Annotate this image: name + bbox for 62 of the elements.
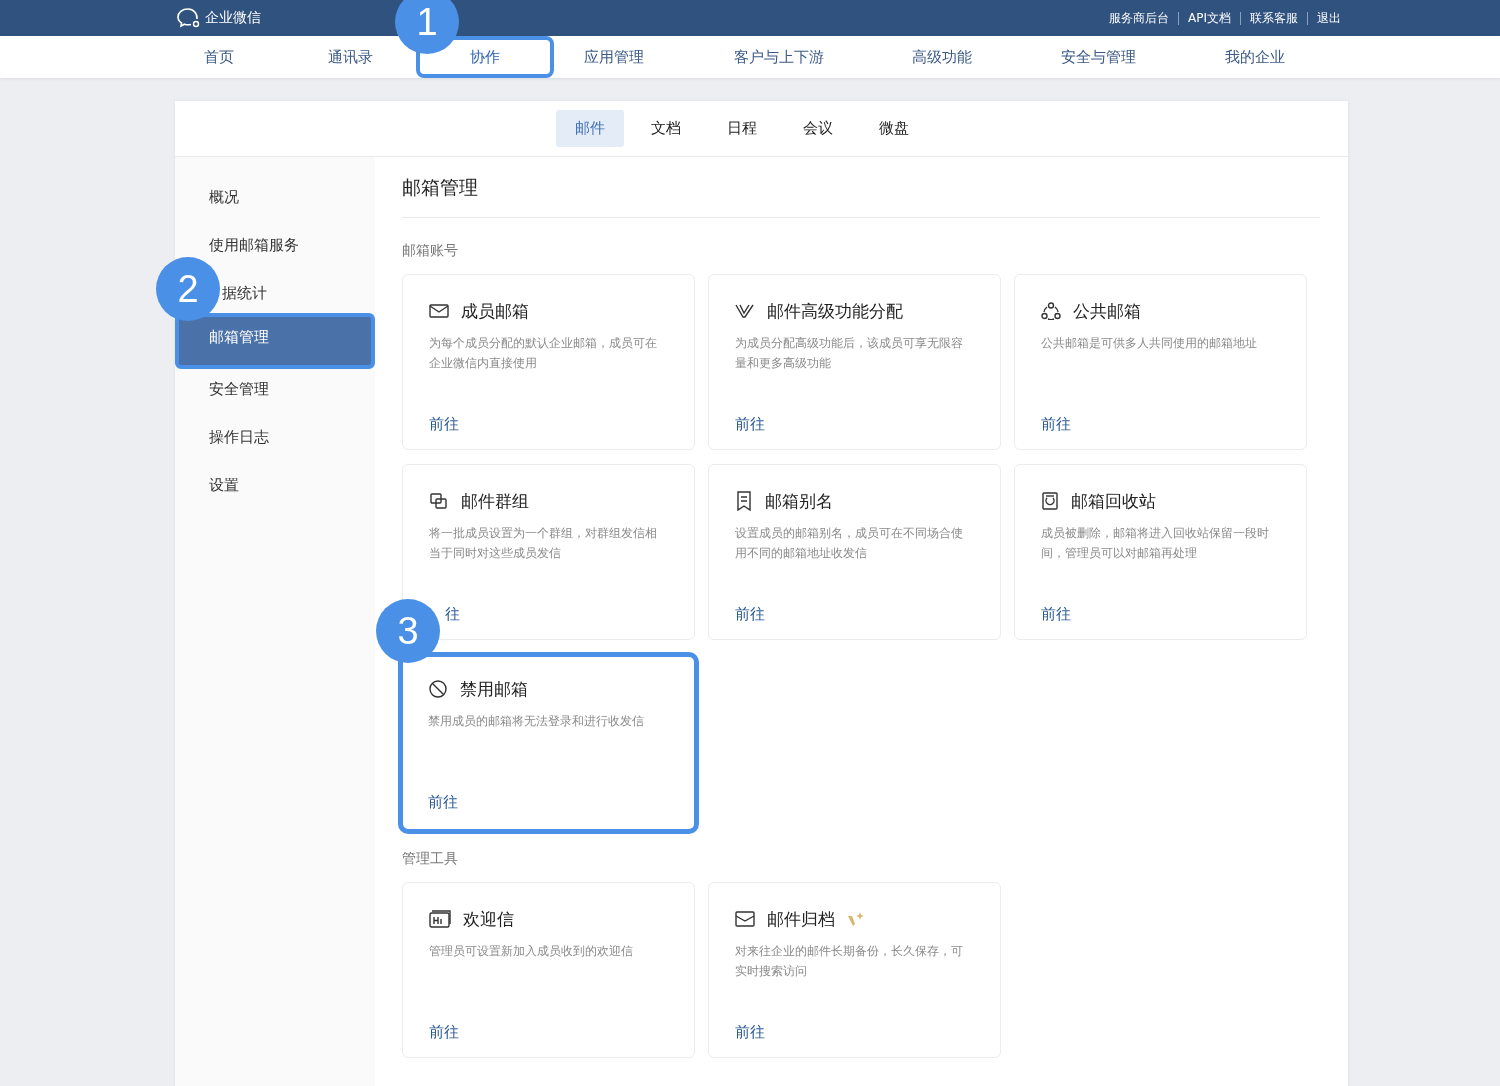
- nav-tab[interactable]: 应用管理: [584, 36, 644, 78]
- go-link[interactable]: 前往: [1041, 415, 1071, 434]
- card-description: 对来往企业的邮件长期备份，长久保存，可实时搜索访问: [735, 943, 964, 980]
- card-title: 邮箱回收站: [1071, 489, 1156, 513]
- card-description: 为每个成员分配的默认企业邮箱，成员可在企业微信内直接使用: [429, 335, 658, 372]
- card-title: 邮件群组: [461, 489, 529, 513]
- card-description: 管理员可设置新加入成员收到的欢迎信: [429, 943, 634, 960]
- v-icon: [735, 303, 755, 319]
- go-link[interactable]: 前往: [428, 793, 458, 812]
- sidebar-item[interactable]: 概况: [175, 173, 375, 221]
- logo-text: 企业微信: [205, 9, 261, 27]
- card-title: 邮件高级功能分配: [767, 299, 903, 323]
- mail-icon: [429, 303, 449, 319]
- card-title: 禁用邮箱: [460, 677, 528, 701]
- go-link[interactable]: 前往: [735, 415, 765, 434]
- people-icon: [1041, 302, 1061, 320]
- card-description: 将一批成员设置为一个群组，对群组发信相当于同时对这些成员发信: [429, 525, 658, 562]
- top-link[interactable]: API文档: [1178, 11, 1240, 25]
- card-title: 邮件归档: [767, 907, 835, 931]
- sub-tab[interactable]: 日程: [707, 110, 776, 147]
- bin-icon: [1041, 492, 1059, 510]
- card-title: 欢迎信: [463, 907, 514, 931]
- sub-tab[interactable]: 邮件: [555, 110, 624, 147]
- go-link[interactable]: 往: [445, 605, 460, 624]
- card-description: 为成员分配高级功能后，该成员可享无限容量和更多高级功能: [735, 335, 964, 372]
- card-title: 公共邮箱: [1073, 299, 1141, 323]
- hi-card-icon: [429, 910, 451, 928]
- bookmark-icon: [735, 491, 753, 511]
- mail-icon: [735, 911, 755, 927]
- sidebar-item[interactable]: 操作日志: [175, 413, 375, 461]
- section-title: 管理工具: [402, 850, 459, 868]
- top-link[interactable]: 服务商后台: [1100, 11, 1178, 25]
- page-title: 邮箱管理: [402, 175, 479, 200]
- go-link[interactable]: 前往: [735, 1023, 765, 1042]
- go-link[interactable]: 前往: [429, 1023, 459, 1042]
- step-badge: 2: [156, 257, 220, 321]
- sub-tab[interactable]: 微盘: [859, 110, 928, 147]
- top-link[interactable]: 退出: [1307, 11, 1350, 25]
- chat-logo-icon: [176, 7, 202, 29]
- copy-icon: [429, 492, 449, 510]
- card-description: 成员被删除，邮箱将进入回收站保留一段时间，管理员可以对邮箱再处理: [1041, 525, 1270, 562]
- nav-tab[interactable]: 安全与管理: [1061, 36, 1136, 78]
- go-link[interactable]: 前往: [429, 415, 459, 434]
- card-title: 邮箱别名: [765, 489, 833, 513]
- nav-tab[interactable]: 首页: [204, 36, 234, 78]
- nav-tab[interactable]: 高级功能: [912, 36, 972, 78]
- card-description: 禁用成员的邮箱将无法登录和进行收发信: [428, 713, 645, 730]
- go-link[interactable]: 前往: [735, 605, 765, 624]
- section-title: 邮箱账号: [402, 242, 459, 260]
- sub-tab[interactable]: 文档: [631, 110, 700, 147]
- sub-tab[interactable]: 会议: [783, 110, 852, 147]
- nav-tab[interactable]: 客户与上下游: [734, 36, 824, 78]
- ban-icon: [428, 679, 448, 699]
- sidebar-item[interactable]: 设置: [175, 461, 375, 509]
- card-title: 成员邮箱: [461, 299, 529, 323]
- nav-tab[interactable]: 通讯录: [328, 36, 373, 78]
- card-description: 公共邮箱是可供多人共同使用的邮箱地址: [1041, 335, 1258, 352]
- sidebar-item[interactable]: 邮箱管理: [175, 313, 375, 369]
- top-link[interactable]: 联系客服: [1240, 11, 1307, 25]
- card-description: 设置成员的邮箱别名，成员可在不同场合使用不同的邮箱地址收发信: [735, 525, 964, 562]
- nav-tab[interactable]: 我的企业: [1225, 36, 1285, 78]
- go-link[interactable]: 前往: [1041, 605, 1071, 624]
